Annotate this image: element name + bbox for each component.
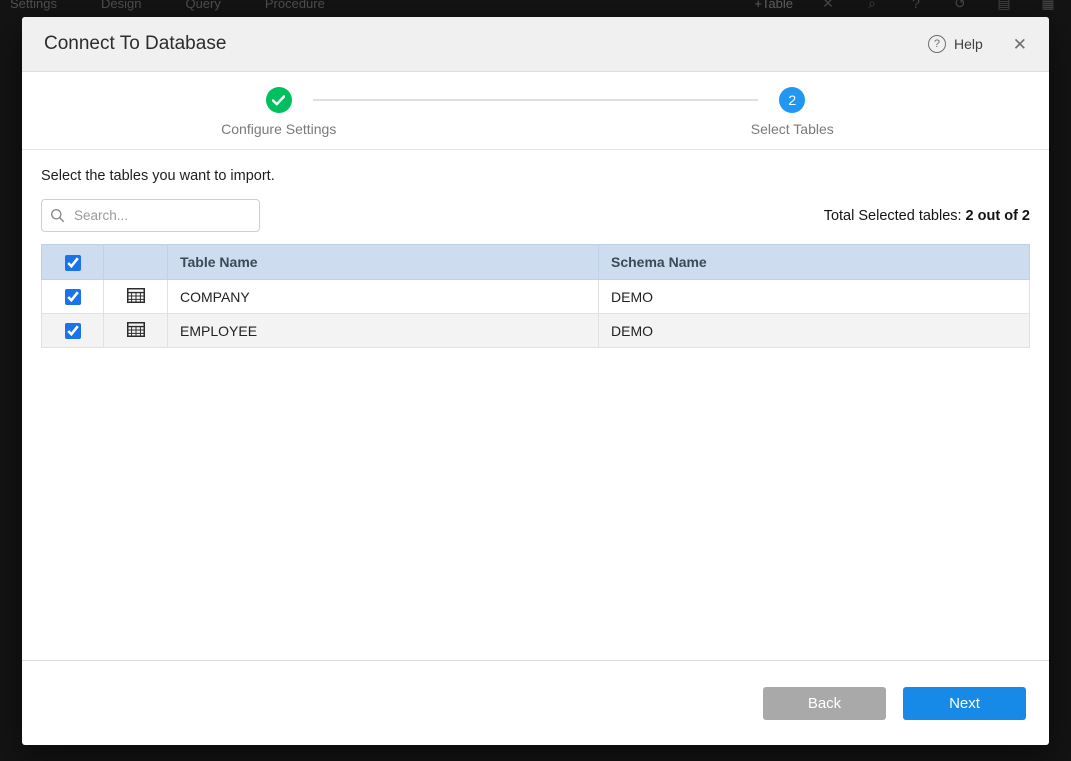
table-row[interactable]: EMPLOYEE DEMO	[42, 314, 1030, 348]
step-number-badge: 2	[779, 87, 805, 113]
modal-header: Connect To Database ? Help ✕	[22, 17, 1049, 72]
next-button[interactable]: Next	[903, 687, 1026, 720]
selected-tables-summary: Total Selected tables:2 out of 2	[824, 208, 1030, 224]
step-select-tables: 2 Select Tables	[536, 72, 1050, 149]
icon-column-header	[104, 245, 168, 280]
row-checkbox[interactable]	[65, 289, 81, 305]
help-label: Help	[954, 36, 983, 52]
summary-value: 2 out of 2	[966, 208, 1030, 224]
table-name-cell: COMPANY	[168, 280, 599, 314]
table-icon	[104, 280, 168, 314]
step-complete-icon	[266, 87, 292, 113]
row-checkbox[interactable]	[65, 323, 81, 339]
check-icon	[272, 95, 285, 106]
step-label: Select Tables	[751, 121, 834, 137]
back-button[interactable]: Back	[763, 687, 886, 720]
table-row[interactable]: COMPANY DEMO	[42, 280, 1030, 314]
table-name-cell: EMPLOYEE	[168, 314, 599, 348]
close-icon[interactable]: ✕	[1013, 36, 1027, 53]
connect-database-modal: Connect To Database ? Help ✕ Configure S…	[22, 17, 1049, 745]
step-label: Configure Settings	[221, 121, 336, 137]
modal-footer: Back Next	[22, 660, 1049, 745]
wizard-stepper: Configure Settings 2 Select Tables	[22, 72, 1049, 150]
table-header-row: Table Name Schema Name	[42, 245, 1030, 280]
search-input[interactable]	[41, 199, 260, 232]
schema-name-cell: DEMO	[599, 280, 1030, 314]
tables-list: Table Name Schema Name	[41, 244, 1030, 348]
modal-body: Select the tables you want to import. To…	[22, 150, 1049, 660]
select-all-checkbox[interactable]	[65, 255, 81, 271]
modal-title: Connect To Database	[44, 33, 226, 55]
step-configure-settings: Configure Settings	[22, 72, 536, 149]
summary-label: Total Selected tables:	[824, 208, 962, 224]
table-search	[41, 199, 260, 232]
schema-name-cell: DEMO	[599, 314, 1030, 348]
table-icon	[104, 314, 168, 348]
schema-name-header: Schema Name	[599, 245, 1030, 280]
stepper-connector	[313, 99, 759, 101]
select-all-cell	[42, 245, 104, 280]
help-icon: ?	[928, 35, 946, 53]
instruction-text: Select the tables you want to import.	[41, 168, 1030, 184]
help-button[interactable]: ? Help	[928, 35, 983, 53]
table-name-header: Table Name	[168, 245, 599, 280]
